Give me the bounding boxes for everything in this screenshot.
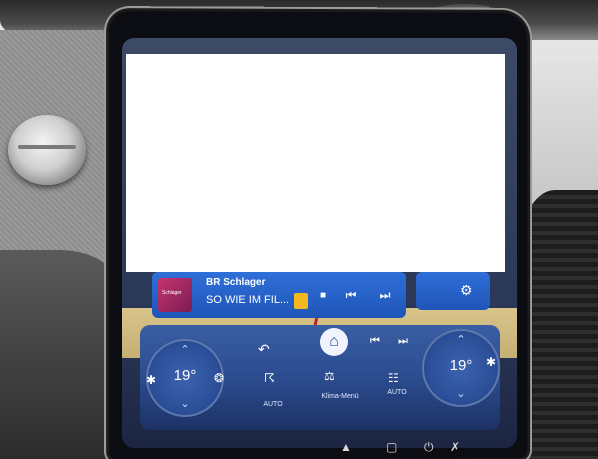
redacted-area: [126, 54, 505, 272]
left-console-lower: [0, 250, 120, 459]
volume-knob: [8, 115, 86, 185]
car-climate-icon[interactable]: ⚖: [324, 369, 335, 383]
power-icon[interactable]: ⏻: [424, 440, 434, 455]
favorite-pin-icon[interactable]: [294, 293, 308, 309]
back-icon[interactable]: ↶: [258, 341, 270, 358]
left-temperature-dial[interactable]: ⌃ 19° ⌄: [146, 339, 224, 417]
right-temp-up-icon[interactable]: ⌃: [422, 333, 500, 346]
front-defrost-icon[interactable]: ☈: [264, 371, 275, 385]
right-temp-down-icon[interactable]: ⌄: [422, 387, 500, 400]
right-air-vent: [515, 190, 598, 459]
climate-menu-label[interactable]: Klima-Menü: [310, 393, 370, 400]
climate-control-bar: ⌃ 19° ⌄ ✱ ❂ ↶ ⌂ ⏮ ⏭ ☈ AUTO ⚖ Klima-Menü …: [140, 325, 500, 430]
nav-triangle-icon[interactable]: ▲: [340, 440, 352, 454]
skip-previous-icon[interactable]: ⏮: [340, 284, 362, 306]
song-title: SO WIE IM FIL...: [206, 294, 290, 306]
left-temp-up-icon[interactable]: ⌃: [146, 343, 224, 356]
station-name: BR Schlager: [206, 277, 266, 288]
left-seat-heat-icon[interactable]: ✱: [146, 373, 156, 387]
settings-gear-icon: ⚙: [460, 282, 473, 298]
side-widget-tile[interactable]: ⚙: [416, 272, 490, 310]
media-prev-icon[interactable]: ⏮: [370, 335, 380, 348]
media-tile[interactable]: Schlager BR Schlager SO WIE IM FIL... ■ …: [152, 272, 406, 318]
square-button-icon[interactable]: ▢: [386, 440, 397, 454]
cast-icon[interactable]: ■: [312, 285, 334, 307]
left-auto-label: AUTO: [263, 401, 283, 408]
left-temp-down-icon[interactable]: ⌄: [146, 397, 224, 410]
skip-next-icon[interactable]: ⏭: [374, 284, 396, 306]
left-temperature-value: 19°: [173, 367, 197, 384]
mute-icon[interactable]: ✗: [450, 440, 460, 454]
system-bar: ▲ ▢ ⏻ ✗: [330, 438, 530, 458]
album-cover-text: Schlager: [162, 290, 182, 296]
album-cover: Schlager: [158, 278, 192, 312]
left-fan-icon[interactable]: ❂: [214, 371, 224, 385]
media-next-icon[interactable]: ⏭: [398, 335, 408, 348]
volume-knob-groove: [18, 145, 76, 149]
right-seat-heat-icon[interactable]: ✱: [486, 355, 496, 369]
right-auto-label: AUTO: [387, 389, 407, 396]
rear-defrost-icon[interactable]: ☷: [388, 371, 399, 385]
home-button-icon[interactable]: ⌂: [320, 328, 348, 356]
